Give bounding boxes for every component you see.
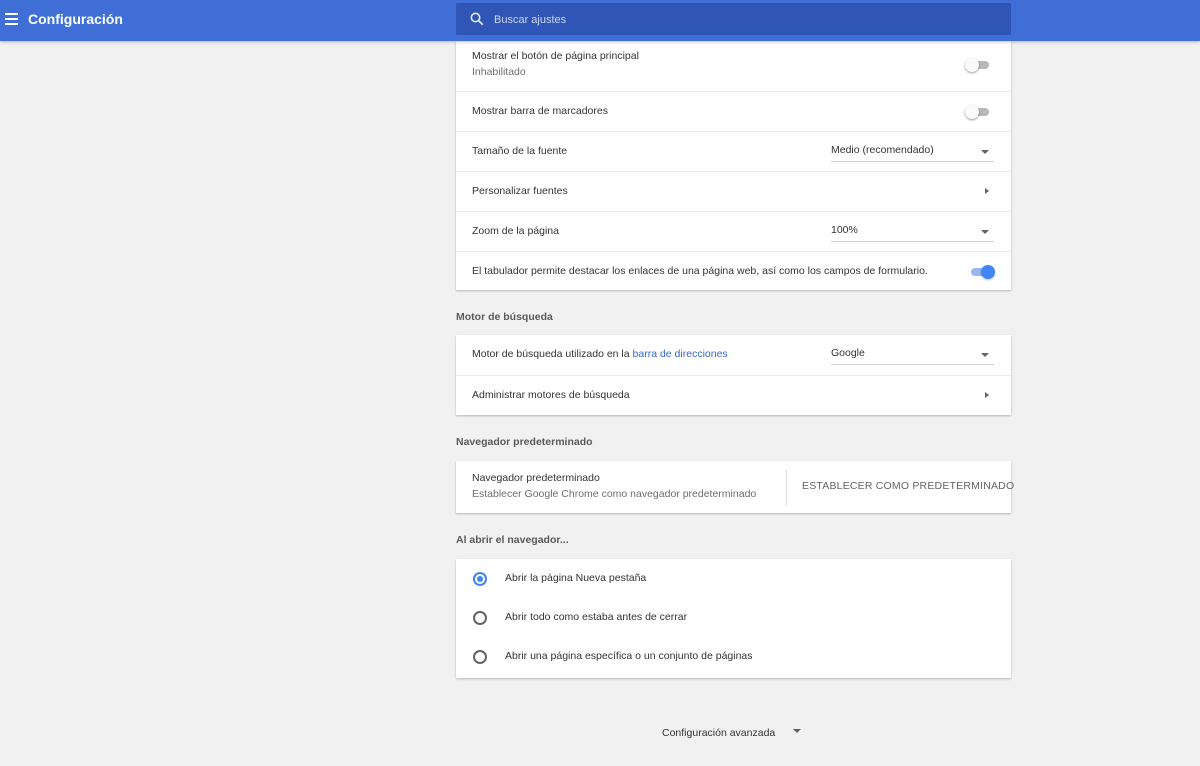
chevron-right-icon <box>985 392 989 398</box>
search-engine-select[interactable]: Google <box>831 344 994 365</box>
tab-highlight-toggle[interactable] <box>969 265 997 279</box>
chevron-down-icon <box>793 729 801 733</box>
customize-fonts-row[interactable]: Personalizar fuentes <box>456 171 1011 211</box>
default-browser-description: Establecer Google Chrome como navegador … <box>472 488 757 500</box>
default-browser-section-title: Navegador predeterminado <box>456 436 593 448</box>
radio-continue[interactable] <box>473 611 487 625</box>
search-icon <box>470 12 484 26</box>
default-browser-card: Navegador predeterminado Establecer Goog… <box>456 461 1014 513</box>
appearance-card: Mostrar el botón de página principal Inh… <box>456 41 1011 290</box>
home-button-label: Mostrar el botón de página principal <box>472 50 639 62</box>
advanced-settings-button[interactable]: Configuración avanzada <box>662 723 801 741</box>
radio-label-new-tab[interactable]: Abrir la página Nueva pestaña <box>505 572 646 584</box>
home-button-status: Inhabilitado <box>472 66 526 78</box>
manage-search-engines-label: Administrar motores de búsqueda <box>472 389 630 401</box>
home-button-toggle[interactable] <box>965 58 993 72</box>
radio-new-tab[interactable] <box>473 572 487 586</box>
customize-fonts-label: Personalizar fuentes <box>472 185 568 197</box>
search-engine-label-text: Motor de búsqueda utilizado en la <box>472 348 630 360</box>
home-button-row[interactable]: Mostrar el botón de página principal Inh… <box>456 41 1011 91</box>
hamburger-menu-icon[interactable] <box>5 13 18 25</box>
page-zoom-value: 100% <box>831 224 858 236</box>
search-engine-label: Motor de búsqueda utilizado en la barra … <box>472 348 728 360</box>
search-input[interactable] <box>492 9 996 31</box>
default-browser-label: Navegador predeterminado <box>472 472 600 484</box>
address-bar-link[interactable]: barra de direcciones <box>633 348 728 360</box>
font-size-row: Tamaño de la fuente Medio (recomendado) <box>456 131 1011 171</box>
bookmarks-bar-toggle[interactable] <box>965 105 993 119</box>
radio-specific-pages[interactable] <box>473 650 487 664</box>
dropdown-arrow-icon <box>981 150 989 154</box>
bookmarks-bar-row[interactable]: Mostrar barra de marcadores <box>456 91 1011 131</box>
search-engine-section-title: Motor de búsqueda <box>456 311 553 323</box>
search-engine-card: Motor de búsqueda utilizado en la barra … <box>456 335 1011 415</box>
font-size-label: Tamaño de la fuente <box>472 145 568 157</box>
manage-search-engines-row[interactable]: Administrar motores de búsqueda <box>456 375 1011 415</box>
search-engine-row: Motor de búsqueda utilizado en la barra … <box>456 335 1011 375</box>
bookmarks-bar-label: Mostrar barra de marcadores <box>472 105 608 117</box>
divider <box>786 469 787 506</box>
on-startup-card: Abrir la página Nueva pestaña Abrir todo… <box>456 559 1011 678</box>
page-title: Configuración <box>28 11 123 27</box>
tab-highlight-row[interactable]: El tabulador permite destacar los enlace… <box>456 251 1011 290</box>
search-box[interactable] <box>456 3 1011 35</box>
page-zoom-label: Zoom de la página <box>472 225 559 237</box>
page-zoom-row: Zoom de la página 100% <box>456 211 1011 251</box>
search-engine-value: Google <box>831 347 865 359</box>
tab-highlight-label: El tabulador permite destacar los enlace… <box>472 265 928 277</box>
dropdown-arrow-icon <box>981 353 989 357</box>
chevron-right-icon <box>985 188 989 194</box>
on-startup-section-title: Al abrir el navegador... <box>456 534 569 546</box>
radio-label-specific-pages[interactable]: Abrir una página específica o un conjunt… <box>505 650 753 662</box>
font-size-value: Medio (recomendado) <box>831 144 934 156</box>
top-bar: Configuración <box>0 0 1200 41</box>
advanced-settings-label: Configuración avanzada <box>662 727 776 739</box>
radio-label-continue[interactable]: Abrir todo como estaba antes de cerrar <box>505 611 687 623</box>
dropdown-arrow-icon <box>981 230 989 234</box>
set-default-button[interactable]: ESTABLECER COMO PREDETERMINADO <box>802 480 1014 492</box>
font-size-select[interactable]: Medio (recomendado) <box>831 141 994 162</box>
page-zoom-select[interactable]: 100% <box>831 221 994 242</box>
